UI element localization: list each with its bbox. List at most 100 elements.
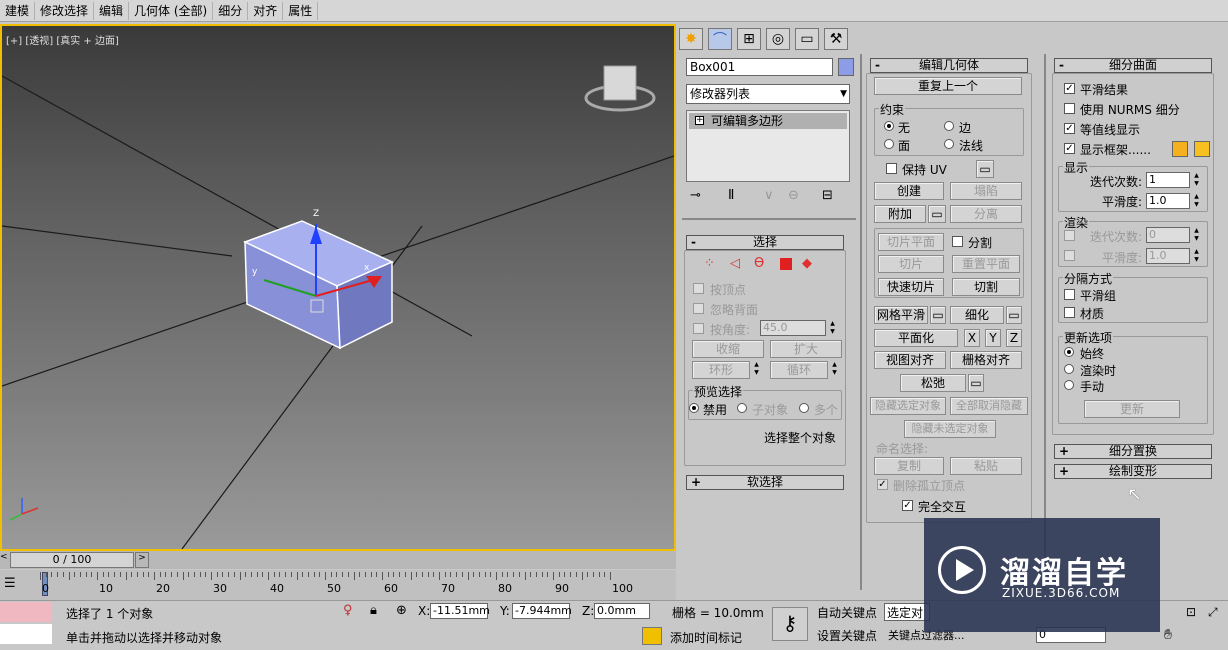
subdivision-rollout-header[interactable]: - 细分曲面 (1054, 58, 1212, 73)
isolate-icon[interactable]: ♀ (343, 603, 357, 619)
render-iterations-spinner[interactable]: 0 (1146, 227, 1190, 243)
angle-spinner[interactable]: 45.0 (760, 320, 826, 336)
maximize-viewport-icon[interactable]: ⤢ (1208, 605, 1224, 621)
planarize-z-button[interactable]: Z (1006, 329, 1022, 347)
split-checkbox[interactable] (952, 236, 963, 247)
create-button[interactable]: 创建 (874, 182, 944, 200)
relax-settings-button[interactable]: ▭ (968, 374, 984, 392)
preview-subobj-radio[interactable] (737, 403, 747, 413)
attach-settings-button[interactable]: ▭ (928, 205, 946, 223)
menu-align[interactable]: 对齐 (248, 1, 284, 20)
update-button[interactable]: 更新 (1084, 400, 1180, 418)
update-always-radio[interactable] (1064, 347, 1074, 357)
object-color-swatch[interactable] (838, 58, 854, 76)
menu-subdivision[interactable]: 细分 (213, 1, 249, 20)
planarize-button[interactable]: 平面化 (874, 329, 958, 347)
planarize-y-button[interactable]: Y (985, 329, 1001, 347)
modifier-stack[interactable]: 可编辑多边形 + (686, 110, 850, 182)
slice-button[interactable]: 切片 (878, 255, 944, 273)
smooth-result-checkbox[interactable]: ✓ (1064, 83, 1075, 94)
hide-selected-button[interactable]: 隐藏选定对象 (870, 397, 946, 415)
set-key-button[interactable]: 设置关键点 (817, 627, 877, 644)
auto-key-button[interactable]: 自动关键点 (817, 604, 877, 621)
render-smoothness-checkbox[interactable] (1064, 250, 1075, 261)
view-align-button[interactable]: 视图对齐 (874, 351, 946, 369)
subdivision-displacement-header[interactable]: + 细分置换 (1054, 444, 1212, 459)
key-icon[interactable]: ⚷ (772, 607, 808, 641)
vertex-mode-icon[interactable]: ⁘ (704, 256, 715, 271)
prev-frame-icon[interactable]: < (0, 552, 10, 568)
show-end-result-icon[interactable]: Ⅱ (728, 188, 734, 203)
cut-button[interactable]: 切割 (952, 278, 1020, 296)
delete-isolated-checkbox[interactable]: ✓ (877, 479, 888, 490)
update-when-rendering-radio[interactable] (1064, 364, 1074, 374)
create-icon[interactable]: ✸ (679, 28, 703, 50)
menu-modeling[interactable]: 建模 (0, 1, 36, 20)
menu-geometry[interactable]: 几何体 (全部) (129, 1, 214, 20)
time-tag-icon[interactable] (642, 627, 662, 645)
border-mode-icon[interactable]: Ɵ (754, 256, 764, 271)
render-iterations-checkbox[interactable] (1064, 230, 1075, 241)
collapse-button[interactable]: 塌陷 (950, 182, 1022, 200)
polygon-mode-icon[interactable] (780, 258, 792, 270)
modifier-list-dropdown[interactable]: 修改器列表 ▼ (686, 84, 850, 104)
paint-deformation-header[interactable]: + 绘制变形 (1054, 464, 1212, 479)
x-coordinate[interactable]: -11.51mm (430, 603, 490, 619)
tessellate-button[interactable]: 细化 (950, 306, 1004, 324)
update-manual-radio[interactable] (1064, 380, 1074, 390)
meshsmooth-settings-button[interactable]: ▭ (930, 306, 946, 324)
render-smoothness-arrows-icon[interactable]: ▲ ▼ (1192, 248, 1201, 264)
show-cage-checkbox[interactable]: ✓ (1064, 143, 1075, 154)
element-mode-icon[interactable]: ◆ (802, 256, 812, 271)
track-bar[interactable]: ☰ 0 10 20 30 40 50 60 70 80 90 100 (0, 570, 676, 600)
object-name-field[interactable]: Box001 (686, 58, 833, 76)
ring-spinner-icon[interactable]: ▲ ▼ (752, 361, 761, 377)
ring-button[interactable]: 环形 (692, 361, 750, 379)
paste-button[interactable]: 粘贴 (950, 457, 1022, 475)
menu-edit[interactable]: 编辑 (94, 1, 130, 20)
perspective-viewport[interactable]: [+] [透视] [真实 + 边面] Z y x (0, 24, 676, 551)
copy-button[interactable]: 复制 (874, 457, 944, 475)
tessellate-settings-button[interactable]: ▭ (1006, 306, 1022, 324)
iterations-spinner[interactable]: 1 (1146, 172, 1190, 188)
utilities-icon[interactable]: ⚒ (824, 28, 848, 50)
quickslice-button[interactable]: 快速切片 (878, 278, 944, 296)
display-icon[interactable]: ▭ (795, 28, 819, 50)
maxscript-listener[interactable] (0, 602, 52, 622)
constraint-edge-radio[interactable] (944, 121, 954, 131)
edit-geometry-rollout-header[interactable]: - 编辑几何体 (870, 58, 1028, 73)
curve-editor-icon[interactable]: ☰ (4, 576, 22, 591)
stack-item-editable-poly[interactable]: 可编辑多边形 (689, 113, 847, 129)
full-interactivity-checkbox[interactable]: ✓ (902, 500, 913, 511)
shrink-button[interactable]: 收缩 (692, 340, 764, 358)
by-angle-checkbox[interactable] (693, 323, 704, 334)
preview-multi-radio[interactable] (799, 403, 809, 413)
expand-icon[interactable]: + (695, 116, 704, 125)
repeat-last-button[interactable]: 重复上一个 (874, 77, 1022, 95)
edge-mode-icon[interactable]: ◁ (730, 256, 740, 271)
absolute-mode-icon[interactable]: ⊕ (396, 603, 410, 619)
pin-stack-icon[interactable]: ⊸ (690, 188, 701, 203)
detach-button[interactable]: 分离 (950, 205, 1022, 223)
preview-off-radio[interactable] (689, 403, 699, 413)
render-smoothness-spinner[interactable]: 1.0 (1146, 248, 1190, 264)
grid-align-button[interactable]: 栅格对齐 (950, 351, 1022, 369)
motion-icon[interactable]: ◎ (766, 28, 790, 50)
next-frame-icon[interactable]: > (135, 552, 149, 568)
render-iterations-arrows-icon[interactable]: ▲ ▼ (1192, 227, 1201, 243)
zoom-extents-icon[interactable]: ⊡ (1186, 605, 1202, 621)
hierarchy-icon[interactable]: ⊞ (737, 28, 761, 50)
menu-properties[interactable]: 属性 (283, 1, 319, 20)
cage-selection-color-swatch[interactable] (1194, 141, 1210, 157)
time-slider[interactable]: < 0 / 100 > (0, 551, 676, 569)
smoothing-groups-checkbox[interactable] (1064, 289, 1075, 300)
add-time-tag[interactable]: 添加时间标记 (670, 629, 742, 646)
maxscript-input[interactable] (0, 624, 52, 644)
cage-color-swatch[interactable] (1172, 141, 1188, 157)
preserve-uv-settings-button[interactable]: ▭ (976, 160, 994, 178)
soft-selection-rollout-header[interactable]: + 软选择 (686, 475, 844, 490)
constraint-normal-radio[interactable] (944, 139, 954, 149)
selection-rollout-header[interactable]: - 选择 (686, 235, 844, 250)
smoothness-spinner[interactable]: 1.0 (1146, 193, 1190, 209)
relax-button[interactable]: 松弛 (900, 374, 966, 392)
